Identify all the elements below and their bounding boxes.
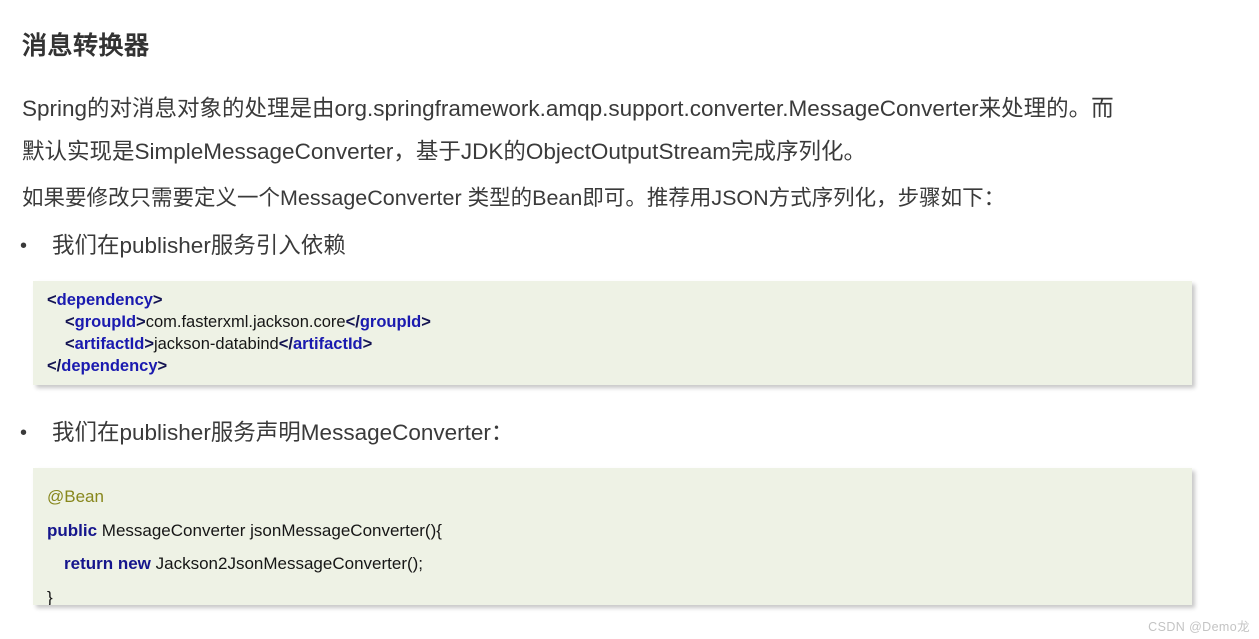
code-token-bracket: </ xyxy=(47,357,62,375)
body-paragraph-line-1: Spring的对消息对象的处理是由org.springframework.amq… xyxy=(22,96,1114,121)
code-token-bracket: </ xyxy=(345,313,360,331)
code-block-xml-dependency: <dependency> <groupId>com.fasterxml.jacks… xyxy=(33,281,1192,385)
body-paragraph-line-2: 默认实现是SimpleMessageConverter，基于JDK的Object… xyxy=(22,139,866,164)
code-block-java-messageconverter: @Bean public MessageConverter jsonMessage… xyxy=(33,468,1192,605)
code-token-tagname: dependency xyxy=(56,291,153,309)
code-token-plain: jackson-databind xyxy=(153,335,279,353)
code-token-tagname: artifactId xyxy=(292,335,363,353)
code-token-kw: return new xyxy=(64,554,151,573)
code-line: <groupId>com.fasterxml.jackson.core</gro… xyxy=(47,311,1192,333)
code-token-plain: Jackson2JsonMessageConverter(); xyxy=(150,554,424,573)
bullet-label-2: 我们在publisher服务声明MessageConverter： xyxy=(52,420,514,445)
csdn-watermark: CSDN @Demo龙 xyxy=(1148,620,1250,634)
code-token-anno: @Bean xyxy=(47,487,104,506)
code-token-plain: } xyxy=(47,587,53,606)
bullet-item-2: • 我们在publisher服务声明MessageConverter： xyxy=(20,418,513,448)
code-line: <dependency> xyxy=(47,289,1192,311)
code-token-tagname: artifactId xyxy=(74,335,145,353)
code-token-bracket: > xyxy=(421,313,431,331)
code-line: return new Jackson2JsonMessageConverter(… xyxy=(47,547,1192,581)
code-line: <artifactId>jackson-databind</artifactId… xyxy=(47,333,1192,355)
bullet-item-1: • 我们在publisher服务引入依赖 xyxy=(20,231,346,261)
code-token-bracket: > xyxy=(362,335,373,353)
code-line: public MessageConverter jsonMessageConve… xyxy=(47,514,1192,548)
code-token-bracket: > xyxy=(157,357,168,375)
code-token-kw: public xyxy=(47,520,98,540)
code-token-tagname: groupId xyxy=(74,313,137,331)
code-token-tagname: dependency xyxy=(61,357,158,375)
code-token-bracket: > xyxy=(152,291,163,309)
slide-canvas: 消息转换器 Spring的对消息对象的处理是由org.springframewo… xyxy=(0,0,1259,639)
code-token-plain: MessageConverter jsonMessageConverter(){ xyxy=(97,520,442,540)
code-token-bracket: < xyxy=(65,335,75,353)
code-token-bracket: < xyxy=(47,291,57,309)
code-token-bracket: </ xyxy=(278,335,293,353)
page-title: 消息转换器 xyxy=(22,31,150,60)
code-token-bracket: > xyxy=(144,335,154,353)
code-line: </dependency> xyxy=(47,355,1192,377)
body-paragraph-line-3: 如果要修改只需要定义一个MessageConverter 类型的Bean即可。推… xyxy=(22,186,1006,210)
bullet-marker-icon: • xyxy=(20,235,28,257)
code-line: } xyxy=(47,581,1192,606)
code-token-tagname: groupId xyxy=(359,313,422,331)
bullet-marker-icon: • xyxy=(20,422,28,444)
code-token-plain: com.fasterxml.jackson.core xyxy=(145,313,346,331)
code-line: @Bean xyxy=(47,480,1192,514)
bullet-label-1: 我们在publisher服务引入依赖 xyxy=(52,233,346,258)
code-token-bracket: < xyxy=(65,313,75,331)
code-token-bracket: > xyxy=(136,313,146,331)
